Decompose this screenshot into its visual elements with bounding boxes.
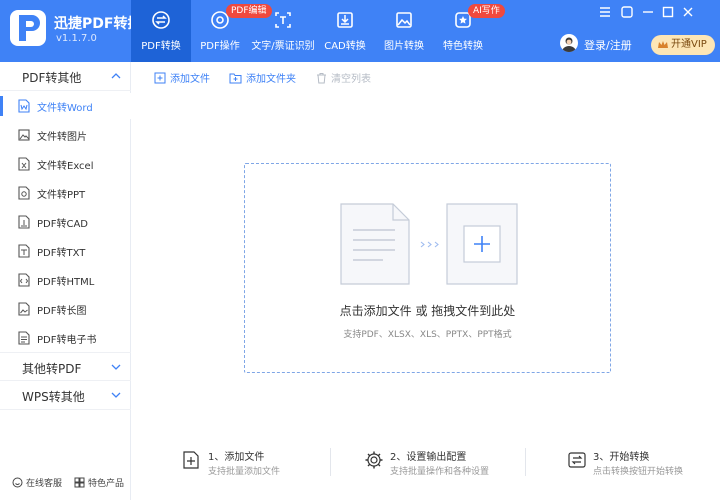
file-drop-zone[interactable]: 点击添加文件 或 拖拽文件到此处 支持PDF、XLSX、XLS、PPTX、PPT…	[244, 163, 611, 373]
ppt-icon	[18, 186, 30, 200]
tab-label: CAD转换	[324, 41, 366, 52]
step-divider	[525, 448, 526, 476]
tab-label: PDF转换	[141, 41, 181, 52]
chevron-up-icon	[111, 73, 121, 79]
sidebar-item-image[interactable]: 文件转图片	[0, 122, 131, 148]
featured-products-link[interactable]: 特色产品	[74, 476, 124, 489]
grid-icon	[74, 477, 85, 488]
word-icon	[18, 99, 30, 113]
supported-formats: 支持PDF、XLSX、XLS、PPTX、PPT格式	[343, 330, 512, 340]
text-scan-icon	[275, 12, 291, 28]
close-icon[interactable]	[681, 5, 695, 19]
step-title: 1、添加文件	[208, 452, 265, 463]
add-file-icon	[154, 72, 166, 84]
sidebar-item-label: PDF转TXT	[37, 248, 86, 259]
add-file-button[interactable]: 添加文件	[154, 70, 210, 85]
sidebar-group-label: 其他转PDF	[22, 362, 82, 376]
app-version: v1.1.7.0	[56, 33, 97, 44]
sidebar-item-label: PDF转CAD	[37, 219, 89, 230]
step-desc: 支持批量操作和各种设置	[390, 467, 490, 477]
sidebar-group-pdf-to-other[interactable]: PDF转其他	[0, 62, 131, 91]
sidebar-item-label: 文件转PPT	[37, 190, 86, 201]
cad-icon	[18, 215, 30, 229]
skin-icon[interactable]	[620, 5, 634, 19]
add-file-label: 添加文件	[170, 74, 210, 85]
sidebar-item-html[interactable]: PDF转HTML	[0, 267, 131, 293]
html-icon	[18, 273, 30, 287]
tab-image[interactable]: 图片转换	[373, 0, 435, 62]
step-desc: 点击转换按钮开始转换	[593, 467, 684, 477]
add-folder-label: 添加文件夹	[246, 74, 296, 85]
sidebar-item-label: 文件转Word	[37, 103, 93, 114]
long-image-icon	[18, 302, 30, 316]
vip-button[interactable]: 开通VIP	[651, 35, 715, 55]
trash-icon	[317, 73, 326, 84]
tab-label: 特色转换	[443, 41, 483, 52]
add-folder-icon	[229, 73, 242, 84]
sidebar-item-label: PDF转HTML	[37, 277, 95, 288]
sidebar-item-label: PDF转长图	[37, 306, 87, 317]
sidebar-item-label: 文件转图片	[37, 132, 87, 143]
online-service-link[interactable]: 在线客服	[12, 476, 62, 489]
tab-label: PDF操作	[200, 41, 240, 52]
active-indicator	[0, 96, 3, 116]
sidebar-item-word[interactable]: 文件转Word	[0, 93, 131, 119]
txt-icon	[18, 244, 30, 258]
step-desc: 支持批量添加文件	[208, 467, 281, 477]
cad-icon	[337, 12, 353, 28]
tab-label: 图片转换	[384, 41, 424, 52]
document-to-add-illustration	[340, 203, 518, 285]
sidebar-item-label: PDF转电子书	[37, 335, 97, 346]
step-title: 2、设置输出配置	[390, 452, 467, 463]
clear-list-button[interactable]: 清空列表	[316, 70, 371, 85]
crown-icon	[658, 41, 668, 48]
add-folder-button[interactable]: 添加文件夹	[229, 70, 296, 85]
step-title: 3、开始转换	[593, 452, 650, 463]
sidebar-item-ebook[interactable]: PDF转电子书	[0, 325, 131, 351]
headset-icon	[12, 477, 23, 488]
sidebar: PDF转其他 文件转Word 文件转图片 文件转Excel 文件转PPT PDF…	[0, 62, 131, 500]
ai-writing-badge[interactable]: AI写作	[468, 4, 505, 18]
clear-list-label: 清空列表	[331, 74, 371, 85]
sidebar-item-label: 文件转Excel	[37, 161, 94, 172]
convert-icon	[568, 452, 586, 468]
vip-label: 开通VIP	[671, 39, 707, 50]
avatar[interactable]	[560, 34, 578, 52]
sidebar-group-label: PDF转其他	[22, 71, 82, 85]
tab-label: 文字/票证识别	[251, 41, 315, 52]
sidebar-item-long-image[interactable]: PDF转长图	[0, 296, 131, 322]
convert-icon	[152, 11, 170, 29]
drop-zone-hint: 点击添加文件 或 拖拽文件到此处	[339, 304, 516, 318]
tab-pdf-convert[interactable]: PDF转换	[131, 0, 191, 62]
gear-icon	[365, 451, 383, 469]
minimize-icon[interactable]	[641, 5, 655, 19]
featured-products-label: 特色产品	[88, 479, 125, 489]
maximize-icon[interactable]	[661, 5, 675, 19]
app-logo	[10, 10, 46, 46]
sidebar-item-excel[interactable]: 文件转Excel	[0, 151, 131, 177]
sidebar-item-ppt[interactable]: 文件转PPT	[0, 180, 131, 206]
login-link[interactable]: 登录/注册	[584, 37, 632, 53]
sidebar-group-wps-to-other[interactable]: WPS转其他	[0, 381, 131, 410]
chevron-down-icon	[111, 392, 121, 398]
menu-icon[interactable]	[598, 5, 612, 19]
sidebar-item-txt[interactable]: PDF转TXT	[0, 238, 131, 264]
image-icon	[396, 12, 412, 28]
tab-text-ocr[interactable]: 文字/票证识别	[249, 0, 317, 62]
title-bar: 迅捷PDF转换器 v1.1.7.0 PDF转换 PDF操作 PDF编辑 文字/票…	[0, 0, 720, 62]
online-service-label: 在线客服	[26, 479, 63, 489]
step-divider	[330, 448, 331, 476]
chevron-down-icon	[111, 364, 121, 370]
sidebar-item-cad[interactable]: PDF转CAD	[0, 209, 131, 235]
sidebar-group-other-to-pdf[interactable]: 其他转PDF	[0, 352, 131, 381]
ebook-icon	[18, 331, 30, 345]
add-file-icon	[183, 451, 199, 469]
excel-icon	[18, 157, 30, 171]
image-icon	[18, 129, 30, 141]
tab-cad[interactable]: CAD转换	[317, 0, 373, 62]
sidebar-group-label: WPS转其他	[22, 390, 85, 404]
